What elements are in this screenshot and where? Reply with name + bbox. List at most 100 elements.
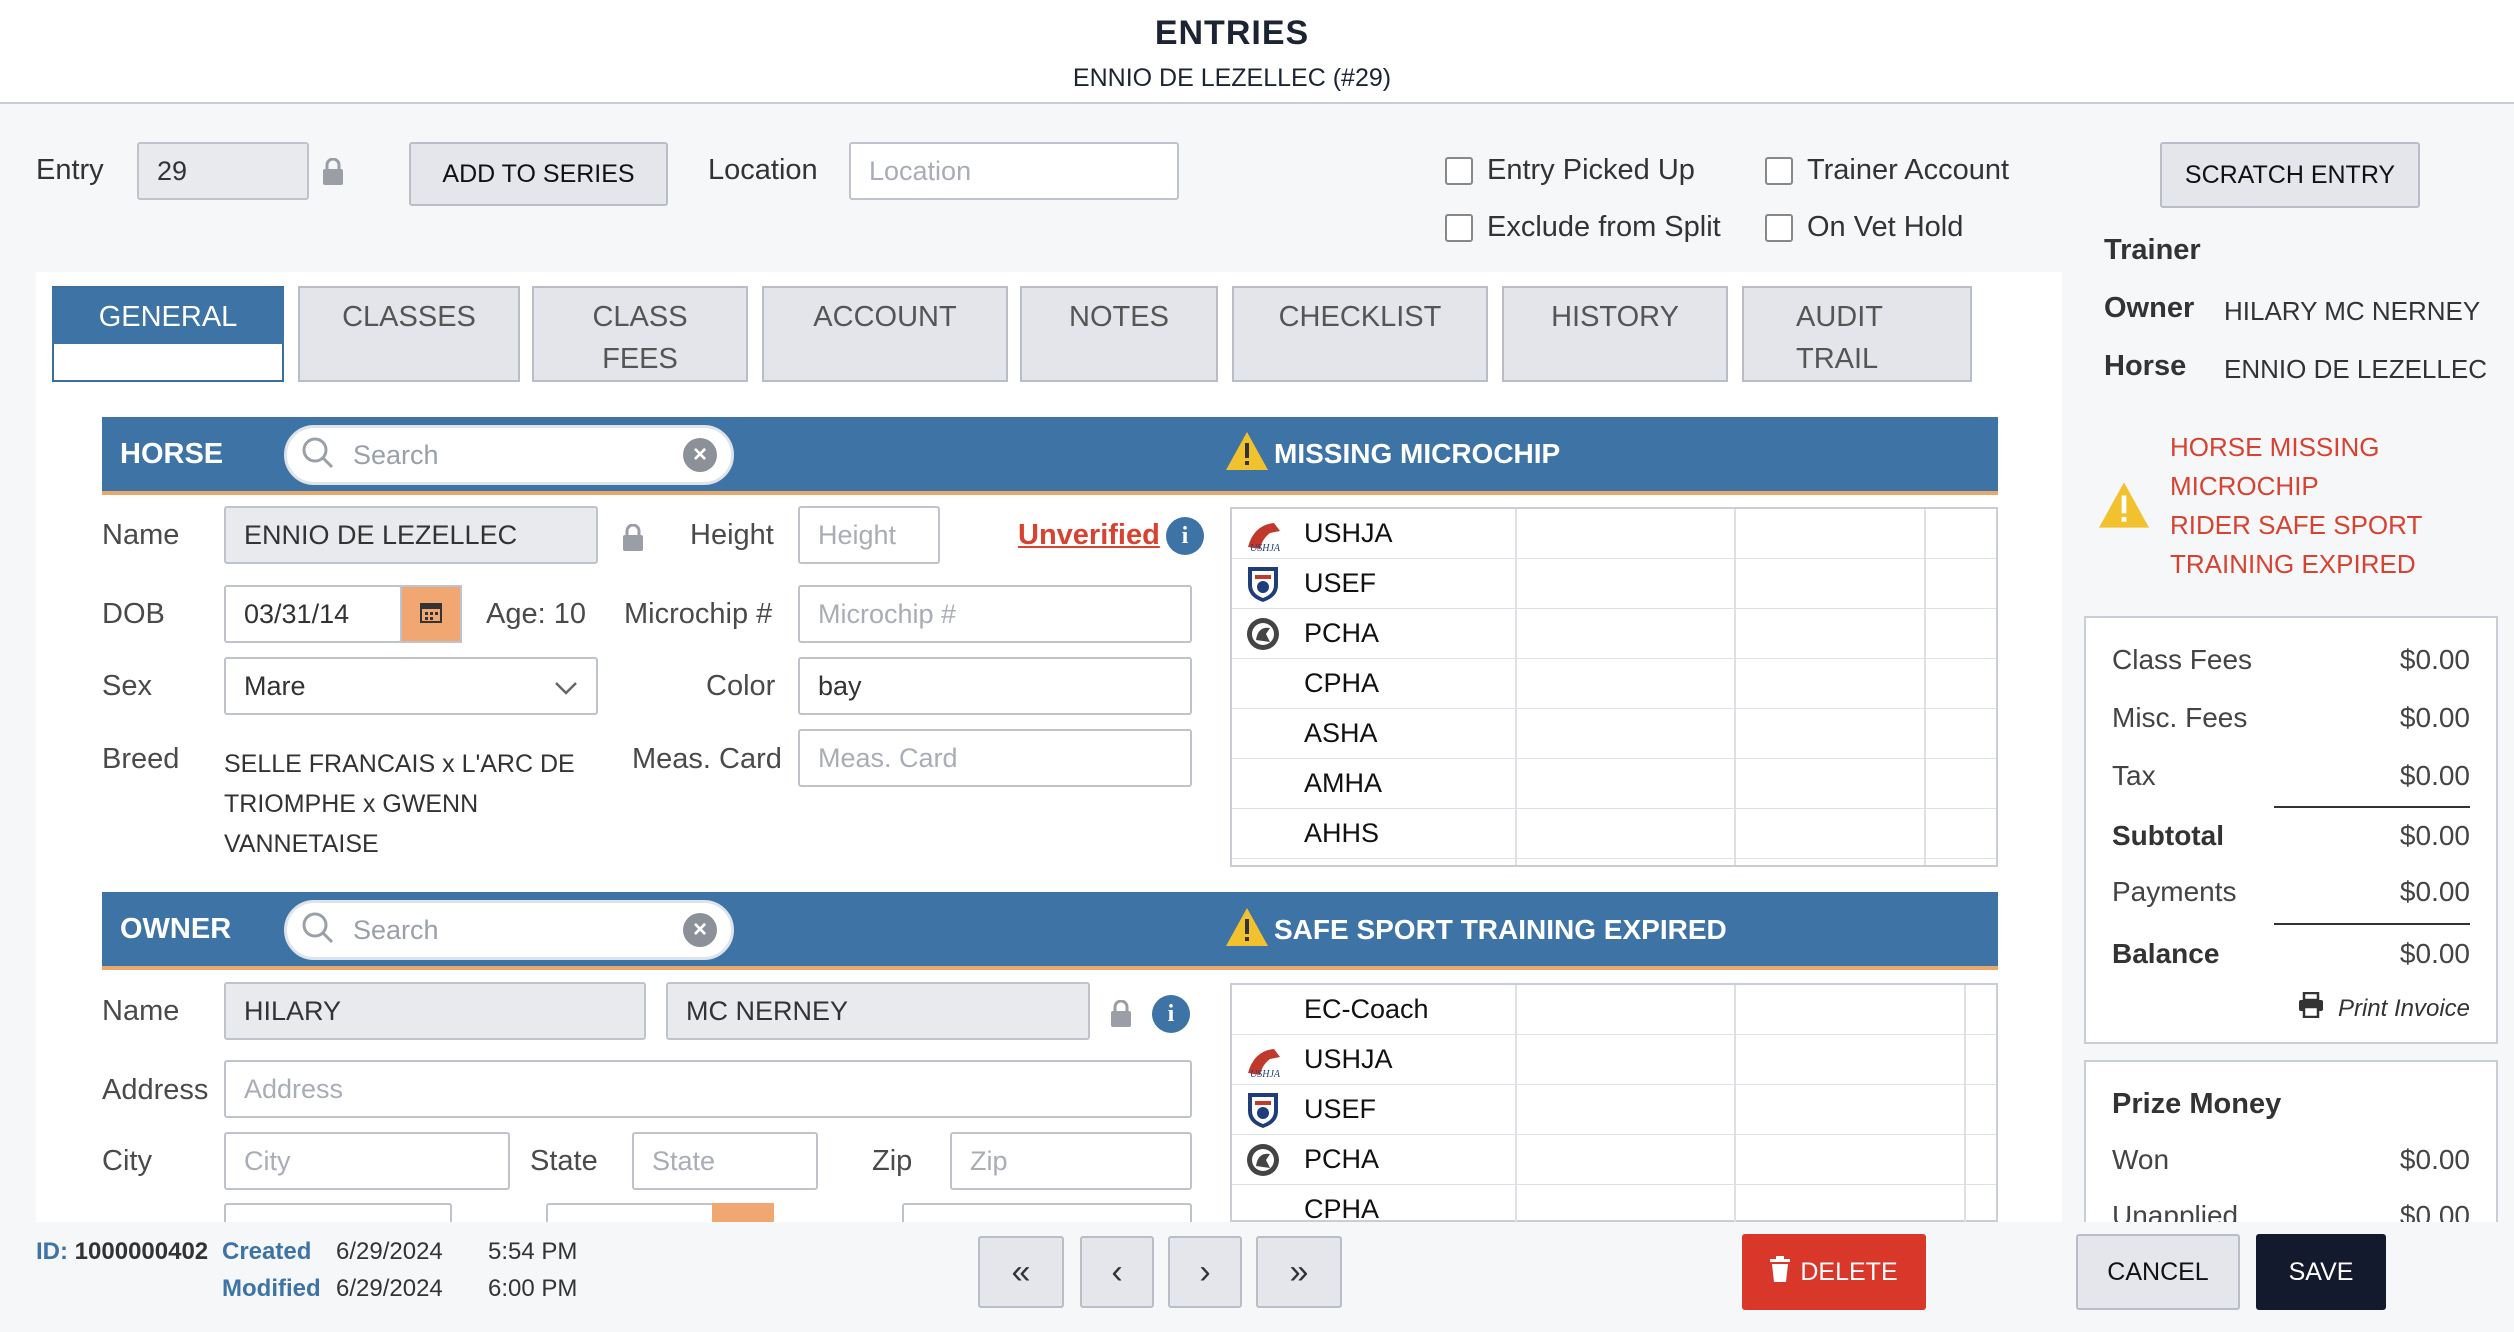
calendar-button[interactable] xyxy=(400,585,462,643)
dob-label: DOB xyxy=(102,598,165,630)
modified-label: Modified xyxy=(222,1275,321,1302)
tab-general[interactable]: GENERAL xyxy=(52,286,284,382)
alert-line: MICROCHIP xyxy=(2170,471,2319,501)
unverified-link[interactable]: Unverified xyxy=(1018,519,1160,552)
divider xyxy=(2274,923,2470,925)
exclude-from-split-label: Exclude from Split xyxy=(1487,211,1721,243)
exclude-from-split-checkbox[interactable] xyxy=(1445,214,1473,242)
location-label: Location xyxy=(708,154,818,186)
state-input[interactable]: State xyxy=(632,1132,818,1190)
meas-card-input[interactable]: Meas. Card xyxy=(798,729,1192,787)
entry-number-field[interactable]: 29 xyxy=(137,142,309,200)
owner-last-name-field[interactable]: MC NERNEY xyxy=(666,982,1090,1040)
lock-icon xyxy=(622,523,644,557)
add-to-series-button[interactable]: ADD TO SERIES xyxy=(409,142,668,206)
dob-value: 03/31/14 xyxy=(244,598,350,629)
fee-value: $0.00 xyxy=(2399,644,2470,675)
warning-icon xyxy=(1224,906,1270,953)
table-row: PCHA xyxy=(1232,1135,1996,1185)
modified-time: 6:00 PM xyxy=(488,1275,578,1302)
tab-account[interactable]: ACCOUNT xyxy=(762,286,1008,382)
printer-icon xyxy=(2298,991,2324,1025)
cancel-button[interactable]: CANCEL xyxy=(2076,1234,2240,1310)
chevron-right-icon: › xyxy=(1199,1252,1211,1291)
created-date: 6/29/2024 xyxy=(336,1238,443,1265)
last-record-button[interactable]: » xyxy=(1256,1236,1342,1308)
table-row: USHJA USHJA xyxy=(1232,509,1996,559)
page-subtitle: ENNIO DE LEZELLEC (#29) xyxy=(1072,64,1392,92)
owner-label: Owner xyxy=(2104,292,2195,324)
age-text: Age: 10 xyxy=(486,598,586,630)
city-input[interactable]: City xyxy=(224,1132,510,1190)
previous-record-button[interactable]: ‹ xyxy=(1080,1236,1154,1308)
owner-search-input[interactable]: Search × xyxy=(284,900,734,960)
address-input[interactable]: Address xyxy=(224,1060,1192,1118)
entry-number-value: 29 xyxy=(157,155,188,186)
tab-checklist[interactable]: CHECKLIST xyxy=(1232,286,1488,382)
location-placeholder: Location xyxy=(869,155,972,186)
table-row: USEF xyxy=(1232,559,1996,609)
double-chevron-right-icon: » xyxy=(1289,1252,1309,1291)
on-vet-hold-checkbox[interactable] xyxy=(1765,214,1793,242)
save-button[interactable]: SAVE xyxy=(2256,1234,2386,1310)
fee-label: Class Fees xyxy=(2112,644,2253,675)
height-input[interactable]: Height xyxy=(798,506,940,564)
zip-input[interactable]: Zip xyxy=(950,1132,1192,1190)
dob-input[interactable]: 03/31/14 xyxy=(224,585,402,643)
horse-name-field[interactable]: ENNIO DE LEZELLEC xyxy=(224,506,598,564)
alert-line: HORSE MISSING xyxy=(2170,432,2380,462)
entry-label: Entry xyxy=(36,154,104,186)
fee-label: Misc. Fees xyxy=(2112,702,2248,733)
print-invoice-label: Print Invoice xyxy=(2337,994,2470,1022)
fee-value: $0.00 xyxy=(2399,938,2470,969)
fee-value: $0.00 xyxy=(2399,702,2470,733)
horse-label: Horse xyxy=(2104,350,2187,382)
fee-label: Tax xyxy=(2112,760,2156,791)
color-input[interactable]: bay xyxy=(798,657,1192,715)
first-record-button[interactable]: « xyxy=(978,1236,1064,1308)
horse-org-table: USHJA USHJA USEF PCHA CPHA ASHA AMHA AHH… xyxy=(1230,507,1998,867)
owner-value: HILARY MC NERNEY xyxy=(2224,296,2481,326)
sex-select[interactable]: Mare xyxy=(224,657,598,715)
tab-audit-trail-line2: TRAIL xyxy=(1796,343,1879,375)
prize-money-box: Prize Money Won $0.00 Unapplied $0.00 xyxy=(2084,1060,2498,1240)
zip-placeholder: Zip xyxy=(970,1145,1008,1176)
microchip-input[interactable]: Microchip # xyxy=(798,585,1192,643)
org-name: PCHA xyxy=(1304,618,1380,648)
clear-icon[interactable]: × xyxy=(683,913,717,947)
owner-first-name-field[interactable]: HILARY xyxy=(224,982,646,1040)
horse-name-label: Name xyxy=(102,519,180,551)
scratch-entry-button[interactable]: SCRATCH ENTRY xyxy=(2160,142,2420,208)
tab-class-fees[interactable]: CLASS FEES xyxy=(532,286,748,382)
horse-name-value: ENNIO DE LEZELLEC xyxy=(244,519,518,550)
tab-classes[interactable]: CLASSES xyxy=(298,286,520,382)
delete-button[interactable]: DELETE xyxy=(1742,1234,1926,1310)
tab-class-fees-line2: FEES xyxy=(602,343,678,375)
location-input[interactable]: Location xyxy=(849,142,1179,200)
trainer-account-checkbox[interactable] xyxy=(1765,157,1793,185)
breed-line: TRIOMPHE x GWENN xyxy=(224,790,479,818)
info-icon[interactable]: i xyxy=(1166,517,1204,555)
delete-label: DELETE xyxy=(1800,1257,1898,1286)
record-id: ID: 1000000402 xyxy=(36,1238,208,1266)
print-invoice-link[interactable]: Print Invoice xyxy=(2298,991,2470,1025)
on-vet-hold-label: On Vet Hold xyxy=(1807,211,1964,243)
next-record-button[interactable]: › xyxy=(1168,1236,1242,1308)
owner-org-table: EC-Coach USHJA USHJA USEF PCHA CPHA xyxy=(1230,983,1998,1235)
svg-text:USHJA: USHJA xyxy=(1250,543,1281,553)
zip-label: Zip xyxy=(872,1145,913,1177)
entry-picked-up-checkbox[interactable] xyxy=(1445,157,1473,185)
owner-last-name-value: MC NERNEY xyxy=(686,995,849,1026)
breed-label: Breed xyxy=(102,743,180,775)
clear-icon[interactable]: × xyxy=(683,438,717,472)
tab-notes[interactable]: NOTES xyxy=(1020,286,1218,382)
horse-warning: MISSING MICROCHIP xyxy=(1224,430,1560,477)
tab-history[interactable]: HISTORY xyxy=(1502,286,1728,382)
state-placeholder: State xyxy=(652,1145,716,1176)
horse-search-input[interactable]: Search × xyxy=(284,425,734,485)
info-icon[interactable]: i xyxy=(1152,995,1190,1033)
tab-audit-trail[interactable]: AUDIT TRAIL xyxy=(1742,286,1972,382)
color-value: bay xyxy=(818,670,862,701)
table-row: CPHA xyxy=(1232,659,1996,709)
org-name: USHJA xyxy=(1304,518,1393,548)
